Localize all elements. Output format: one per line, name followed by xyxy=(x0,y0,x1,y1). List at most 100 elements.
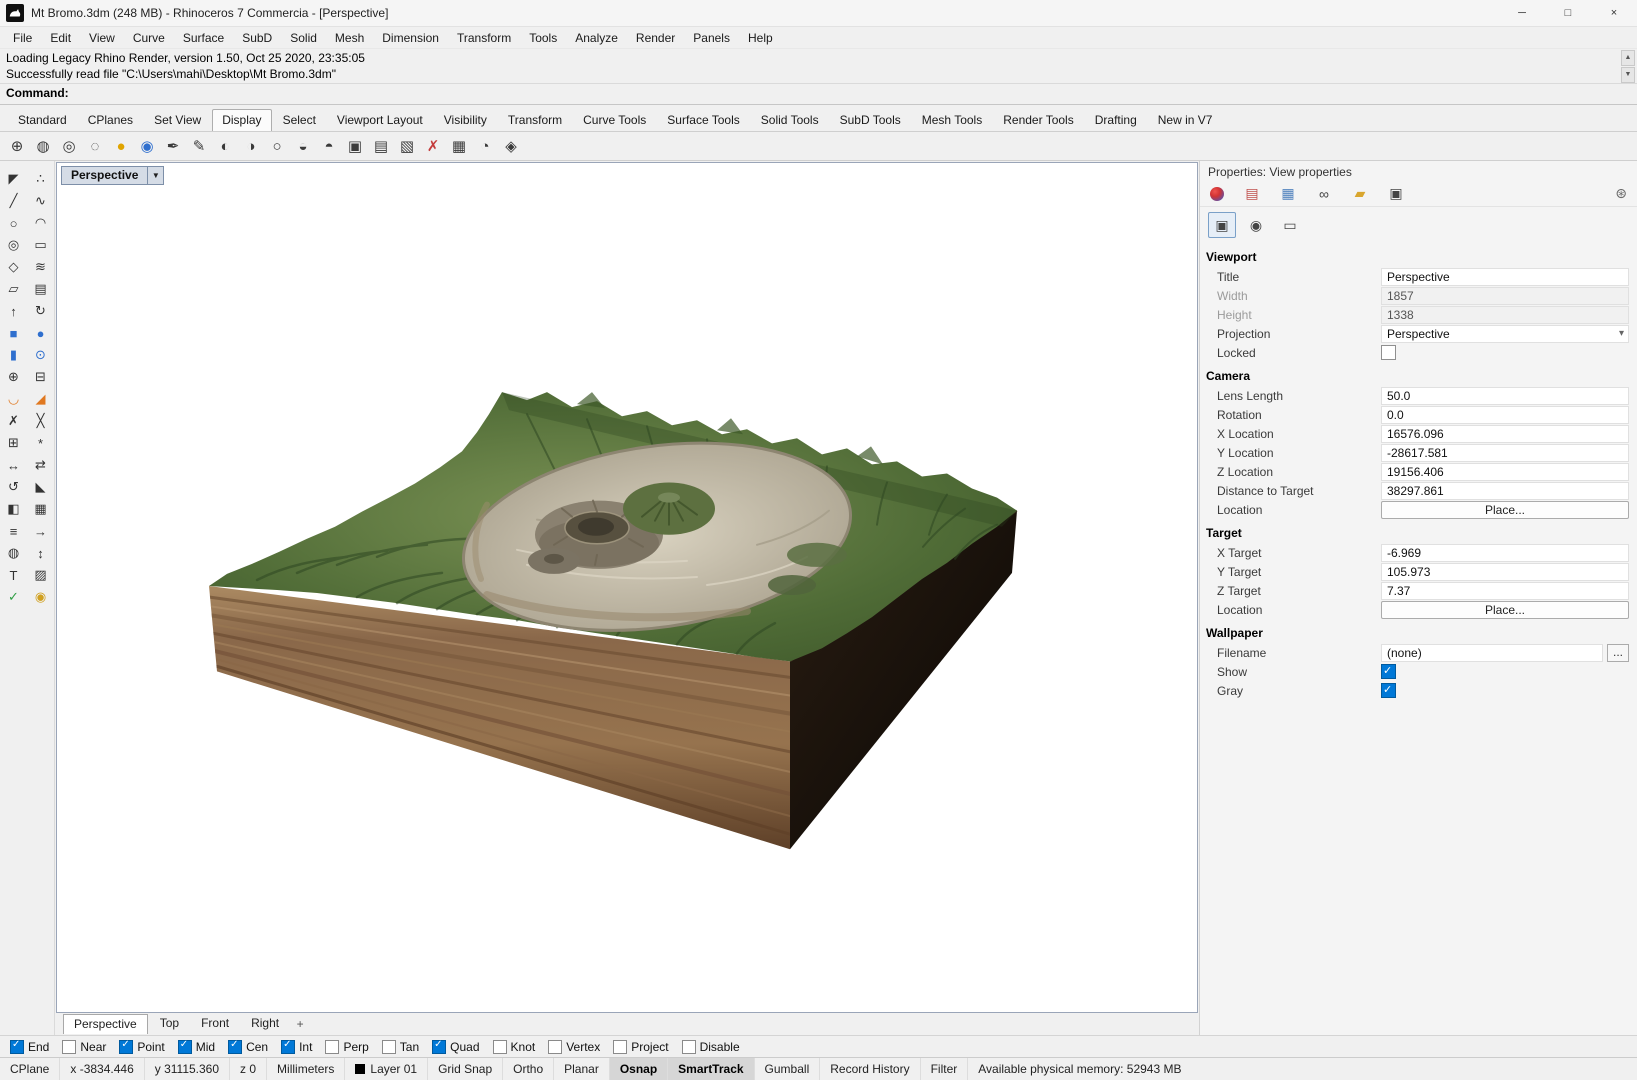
toolbar-tab[interactable]: Viewport Layout xyxy=(327,109,433,131)
wallpaper-settings-tab[interactable]: ▭ xyxy=(1276,212,1304,238)
lens-settings-tab[interactable]: ◉ xyxy=(1242,212,1270,238)
link-tab[interactable]: ∞ xyxy=(1316,186,1332,202)
backfaces-display-icon[interactable]: ◓ xyxy=(318,135,340,157)
extrude-tool[interactable]: ↑ xyxy=(2,301,26,321)
explode-tool[interactable]: * xyxy=(29,433,53,453)
revolve-tool[interactable]: ↻ xyxy=(29,301,53,321)
toolbar-tab[interactable]: Drafting xyxy=(1085,109,1147,131)
folder-tab[interactable]: ▰ xyxy=(1352,185,1368,202)
property-value[interactable]: 50.0 xyxy=(1381,386,1629,405)
property-value[interactable]: Place... xyxy=(1381,600,1629,619)
osnap-toggle[interactable]: Quad xyxy=(432,1039,480,1054)
toolbar-tab[interactable]: Mesh Tools xyxy=(912,109,992,131)
menu-item[interactable]: Solid xyxy=(281,29,326,47)
package-display-icon[interactable]: ◈ xyxy=(500,135,522,157)
artistic-display-icon[interactable]: ✎ xyxy=(188,135,210,157)
status-item[interactable]: Millimeters xyxy=(267,1058,346,1080)
osnap-checkbox[interactable] xyxy=(325,1039,340,1054)
browse-button[interactable]: ... xyxy=(1607,643,1629,662)
point-tool[interactable]: ∴ xyxy=(29,169,53,189)
shaded-display-icon[interactable]: ◍ xyxy=(32,135,54,157)
osnap-toggle[interactable]: Perp xyxy=(325,1039,369,1054)
history-scrollbar[interactable]: ▲ ▼ xyxy=(1621,50,1635,83)
loft-tool[interactable]: ▤ xyxy=(29,279,53,299)
pipe-tool[interactable]: ⊙ xyxy=(29,345,53,365)
scale-tool[interactable]: ◣ xyxy=(29,477,53,497)
camera-settings-tab[interactable]: ▣ xyxy=(1208,212,1236,238)
menu-item[interactable]: Dimension xyxy=(373,29,448,47)
boolean-difference-tool[interactable]: ⊟ xyxy=(29,367,53,387)
viewport-tab[interactable]: Front xyxy=(191,1014,239,1034)
hatch-tool[interactable]: ▨ xyxy=(29,565,53,585)
sphere-tool[interactable]: ● xyxy=(29,323,53,343)
array-tool[interactable]: ▦ xyxy=(29,499,53,519)
osnap-checkbox[interactable] xyxy=(177,1039,192,1054)
status-item[interactable]: Ortho xyxy=(503,1058,555,1080)
property-value[interactable]: -28617.581 xyxy=(1381,443,1629,462)
property-value[interactable]: 19156.406 xyxy=(1381,462,1629,481)
osnap-toggle[interactable]: Point xyxy=(119,1039,165,1054)
fillet-tool[interactable]: ◡ xyxy=(2,389,26,409)
osnap-toggle[interactable]: Disable xyxy=(681,1039,740,1054)
property-value[interactable]: 1857 xyxy=(1381,286,1629,305)
toolbar-tab[interactable]: Surface Tools xyxy=(657,109,750,131)
select-tool[interactable]: ◤ xyxy=(2,169,26,189)
toolbar-tab[interactable]: New in V7 xyxy=(1148,109,1223,131)
osnap-toggle[interactable]: Int xyxy=(281,1039,312,1054)
toolbar-tab[interactable]: Curve Tools xyxy=(573,109,656,131)
status-item[interactable]: Planar xyxy=(554,1058,610,1080)
osnap-checkbox[interactable] xyxy=(10,1039,24,1054)
surface-tool[interactable]: ▱ xyxy=(2,279,26,299)
menu-item[interactable]: View xyxy=(80,29,124,47)
osnap-toggle[interactable]: Project xyxy=(613,1039,669,1054)
status-item[interactable]: y 31115.360 xyxy=(145,1058,231,1080)
raytraced-display-icon[interactable]: ◉ xyxy=(136,135,158,157)
status-item[interactable]: CPlane xyxy=(0,1058,61,1080)
osnap-toggle[interactable]: End xyxy=(10,1039,49,1054)
scroll-up-icon[interactable]: ▲ xyxy=(1621,50,1635,66)
close-button[interactable]: × xyxy=(1591,0,1637,26)
arc-tool[interactable]: ◠ xyxy=(29,213,53,233)
status-item[interactable]: Record History xyxy=(820,1058,921,1080)
menu-item[interactable]: Transform xyxy=(448,29,520,47)
menu-item[interactable]: Analyze xyxy=(566,29,627,47)
toolbar-tab[interactable]: Select xyxy=(273,109,326,131)
toolbar-tab[interactable]: Display xyxy=(212,109,272,131)
polyline-tool[interactable]: ╱ xyxy=(2,191,26,211)
osnap-checkbox[interactable] xyxy=(548,1039,563,1054)
property-value[interactable]: 0.0 xyxy=(1381,405,1629,424)
menu-item[interactable]: File xyxy=(4,29,41,47)
osnap-toggle[interactable]: Vertex xyxy=(548,1039,600,1054)
join-tool[interactable]: ⊞ xyxy=(2,433,26,453)
osnap-toggle[interactable]: Mid xyxy=(177,1039,215,1054)
screen-capture-icon[interactable]: ◔ xyxy=(474,135,496,157)
property-value[interactable] xyxy=(1381,345,1396,360)
property-value[interactable]: -6.969 xyxy=(1381,543,1629,562)
toolbar-tab[interactable]: Solid Tools xyxy=(751,109,829,131)
clear-drape-icon[interactable]: ✗ xyxy=(422,135,444,157)
offset-tool[interactable]: ≡ xyxy=(2,521,26,541)
menu-item[interactable]: Help xyxy=(739,29,782,47)
new-viewport-tab-button[interactable]: + xyxy=(291,1017,309,1031)
toolbar-tab[interactable]: Transform xyxy=(498,109,572,131)
menu-item[interactable]: Mesh xyxy=(326,29,373,47)
menu-item[interactable]: Render xyxy=(627,29,684,47)
osnap-checkbox[interactable] xyxy=(228,1039,243,1054)
viewport-tab[interactable]: Top xyxy=(150,1014,189,1034)
viewport-menu-arrow-icon[interactable]: ▼ xyxy=(148,166,165,185)
rotate-tool[interactable]: ↺ xyxy=(2,477,26,497)
menu-item[interactable]: Panels xyxy=(684,29,739,47)
terrain-model[interactable] xyxy=(57,163,1197,1012)
xray-display-icon[interactable]: ◌ xyxy=(84,135,106,157)
curve-boolean-tool[interactable]: ◍ xyxy=(2,543,26,563)
status-item[interactable]: Osnap xyxy=(609,1058,669,1080)
property-value[interactable] xyxy=(1381,664,1396,679)
status-item[interactable]: Filter xyxy=(921,1058,969,1080)
polygon-tool[interactable]: ◇ xyxy=(2,257,26,277)
toolbar-tab[interactable]: Visibility xyxy=(434,109,497,131)
viewport-title[interactable]: Perspective xyxy=(61,166,149,185)
render-tab[interactable]: ▣ xyxy=(1388,185,1404,202)
menu-item[interactable]: Edit xyxy=(41,29,80,47)
menu-item[interactable]: Tools xyxy=(520,29,566,47)
wireframe-display-icon[interactable]: ⊕ xyxy=(6,135,28,157)
